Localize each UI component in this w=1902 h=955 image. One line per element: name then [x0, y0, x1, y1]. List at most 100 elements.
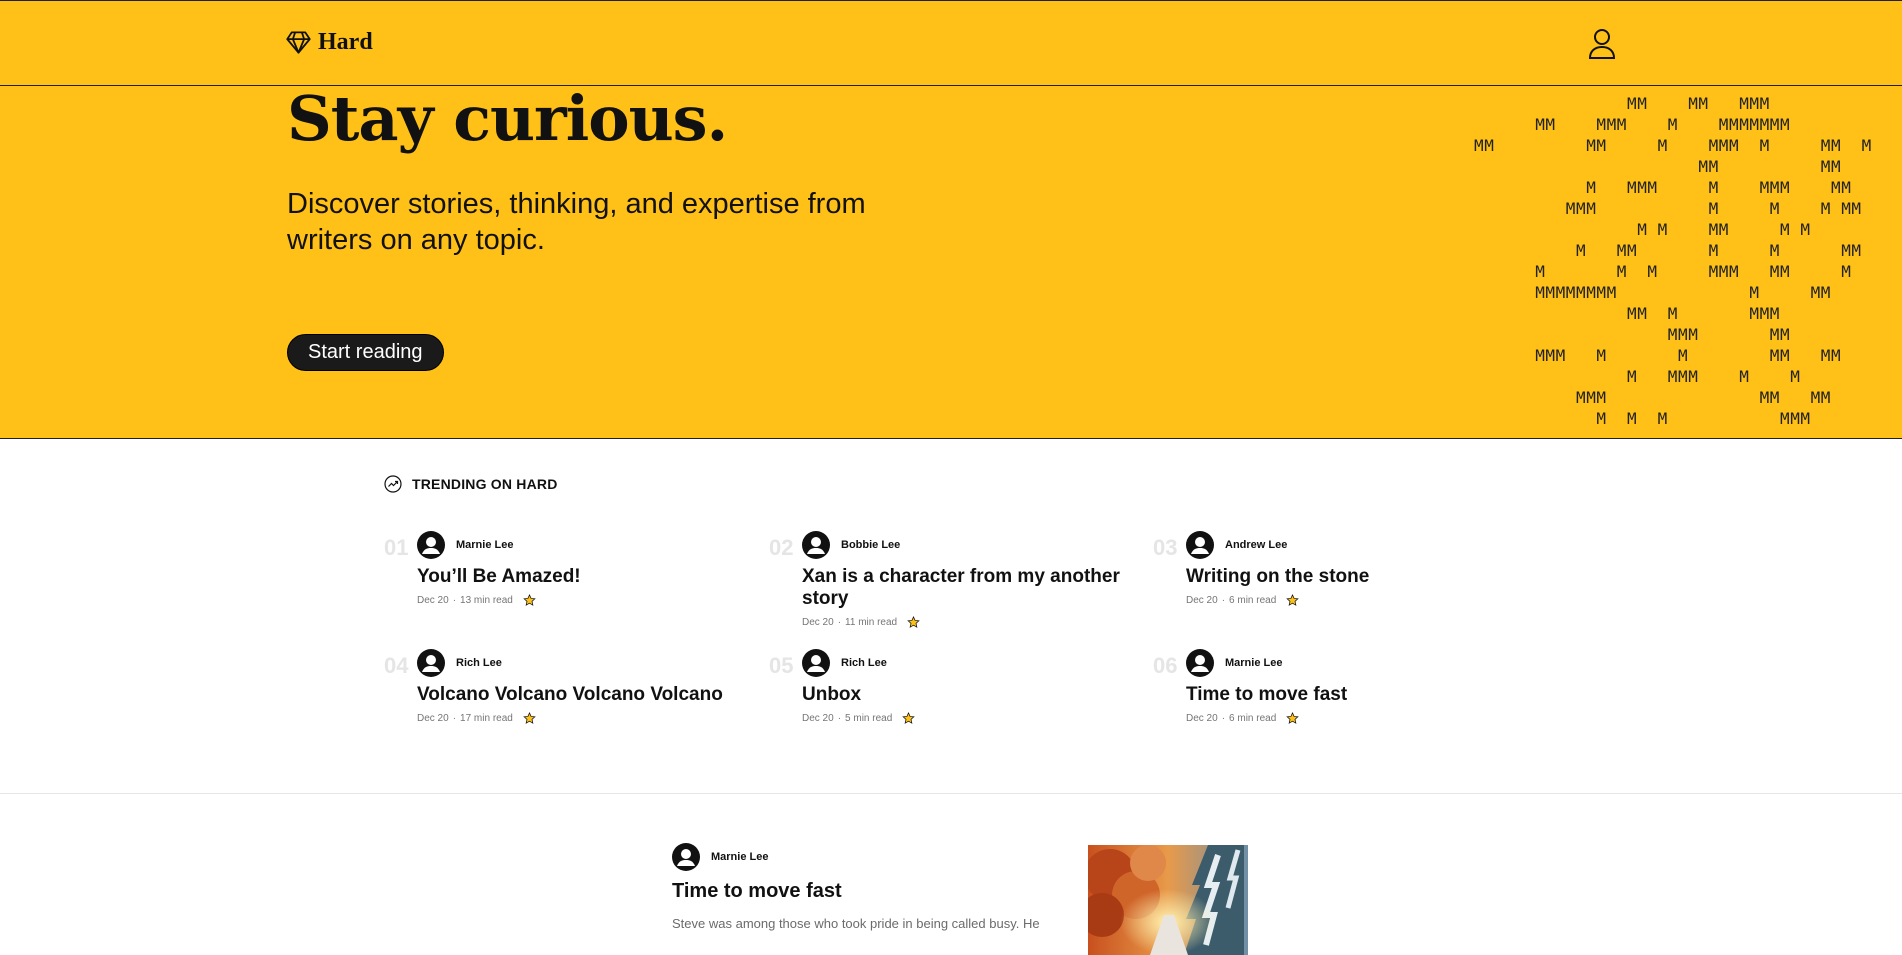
logo-link[interactable]: Hard [285, 29, 373, 56]
pattern-glyph: M [1657, 220, 1668, 239]
pattern-glyph: M [1627, 241, 1637, 260]
trending-heading: TRENDING ON HARD [412, 476, 558, 492]
pattern-glyph: M [1820, 136, 1831, 155]
pattern-glyph: M [1596, 115, 1607, 134]
trending-author[interactable]: Marnie Lee [417, 531, 757, 559]
trending-author[interactable]: Rich Lee [802, 649, 1142, 677]
pattern-glyph: M [1667, 367, 1678, 386]
trending-author[interactable]: Rich Lee [417, 649, 757, 677]
pattern-glyph: M [1769, 388, 1780, 407]
post-excerpt: Steve was among those who took pride in … [672, 916, 1040, 931]
pattern-glyph: M [1606, 283, 1617, 302]
trending-title[interactable]: Unbox [802, 684, 1142, 706]
pattern-glyph: M [1780, 262, 1790, 281]
pattern-glyph: M [1627, 304, 1637, 323]
pattern-glyph: M [1759, 388, 1770, 407]
meta-separator: · [452, 595, 457, 606]
pattern-glyph: M [1555, 346, 1566, 365]
pattern-glyph: M [1718, 220, 1729, 239]
pattern-glyph: M [1820, 388, 1831, 407]
pattern-glyph: M [1637, 220, 1647, 239]
pattern-glyph: M [1759, 304, 1770, 323]
autumn-winter-photo [1088, 845, 1248, 955]
pattern-glyph: M [1688, 325, 1698, 344]
trending-title[interactable]: Xan is a character from my another story [802, 566, 1142, 610]
pattern-glyph: M [1708, 157, 1719, 176]
trending-author[interactable]: Marnie Lee [1186, 649, 1526, 677]
meta-separator: · [837, 617, 842, 628]
trending-date: Dec 20 [417, 713, 449, 724]
hero-headline: Stay curious. [287, 86, 728, 155]
trending-date: Dec 20 [802, 713, 834, 724]
pattern-glyph: M [1535, 283, 1545, 302]
trending-title[interactable]: You’ll Be Amazed! [417, 566, 757, 588]
pattern-glyph: M [1688, 367, 1698, 386]
pattern-glyph: M [1831, 178, 1841, 197]
hero-section: Stay curious. Discover stories, thinking… [0, 86, 1902, 439]
pattern-glyph: M [1657, 409, 1668, 428]
pattern-glyph: M [1545, 115, 1556, 134]
pattern-glyph: M [1800, 220, 1811, 239]
trending-title[interactable]: Time to move fast [1186, 684, 1526, 706]
pattern-glyph: M [1535, 115, 1545, 134]
trending-author-name: Andrew Lee [1225, 539, 1288, 551]
pattern-glyph: M [1820, 346, 1831, 365]
pattern-glyph: M [1769, 325, 1780, 344]
pattern-glyph: M [1831, 346, 1841, 365]
trending-title[interactable]: Volcano Volcano Volcano Volcano [417, 684, 757, 706]
pattern-glyph: M [1576, 199, 1586, 218]
trending-read-time: 13 min read [460, 595, 513, 606]
pattern-glyph: M [1759, 136, 1770, 155]
pattern-glyph: M [1596, 136, 1607, 155]
pattern-glyph: M [1780, 115, 1790, 134]
pattern-glyph: M [1841, 241, 1851, 260]
post-thumbnail[interactable] [1088, 845, 1248, 955]
pattern-glyph: M [1555, 283, 1566, 302]
pattern-glyph: M [1769, 304, 1780, 323]
pattern-glyph: M [1708, 241, 1719, 260]
pattern-glyph: M [1820, 283, 1831, 302]
pattern-glyph: M [1790, 409, 1800, 428]
pattern-glyph: M [1565, 199, 1576, 218]
trending-read-time: 5 min read [845, 713, 893, 724]
trending-meta: Dec 20 · 13 min read [417, 594, 757, 607]
pattern-glyph: M [1637, 304, 1647, 323]
avatar [1186, 531, 1214, 559]
pattern-glyph: M [1637, 94, 1647, 113]
trending-meta: Dec 20 · 6 min read [1186, 712, 1526, 725]
trending-author-name: Marnie Lee [1225, 657, 1283, 669]
trending-title[interactable]: Writing on the stone [1186, 566, 1526, 588]
pattern-glyph: M [1688, 94, 1698, 113]
trending-item-body: Rich Lee Unbox Dec 20 · 5 min read [802, 649, 1142, 725]
pattern-glyph: M [1739, 367, 1749, 386]
pattern-glyph: M [1769, 241, 1780, 260]
pattern-glyph: M [1831, 157, 1841, 176]
user-menu-button[interactable] [1586, 27, 1618, 61]
member-star-icon [902, 712, 916, 724]
pattern-glyph: M [1780, 325, 1790, 344]
trending-author[interactable]: Bobbie Lee [802, 531, 1142, 559]
pattern-glyph: M [1749, 283, 1760, 302]
pattern-glyph: M [1678, 346, 1688, 365]
trending-author-name: Rich Lee [841, 657, 887, 669]
pattern-glyph: M [1627, 94, 1637, 113]
avatar [417, 649, 445, 677]
pattern-glyph: M [1759, 94, 1770, 113]
pattern-glyph: M [1535, 262, 1545, 281]
trending-author[interactable]: Andrew Lee [1186, 531, 1526, 559]
meta-separator: · [1221, 713, 1226, 724]
pattern-glyph: M [1841, 199, 1851, 218]
pattern-glyph: M [1749, 115, 1760, 134]
trending-rank: 01 [384, 535, 409, 560]
pattern-glyph: M [1637, 178, 1647, 197]
trending-meta: Dec 20 · 5 min read [802, 712, 1142, 725]
pattern-glyph: M [1769, 178, 1780, 197]
pattern-glyph: M [1820, 157, 1831, 176]
trending-rank: 05 [769, 653, 794, 678]
pattern-glyph: M [1667, 325, 1678, 344]
trending-item-body: Bobbie Lee Xan is a character from my ano… [802, 531, 1142, 629]
pattern-glyph: M [1749, 304, 1760, 323]
start-reading-button[interactable]: Start reading [287, 334, 444, 371]
pattern-glyph: M [1861, 136, 1872, 155]
pattern-glyph: M [1708, 199, 1719, 218]
